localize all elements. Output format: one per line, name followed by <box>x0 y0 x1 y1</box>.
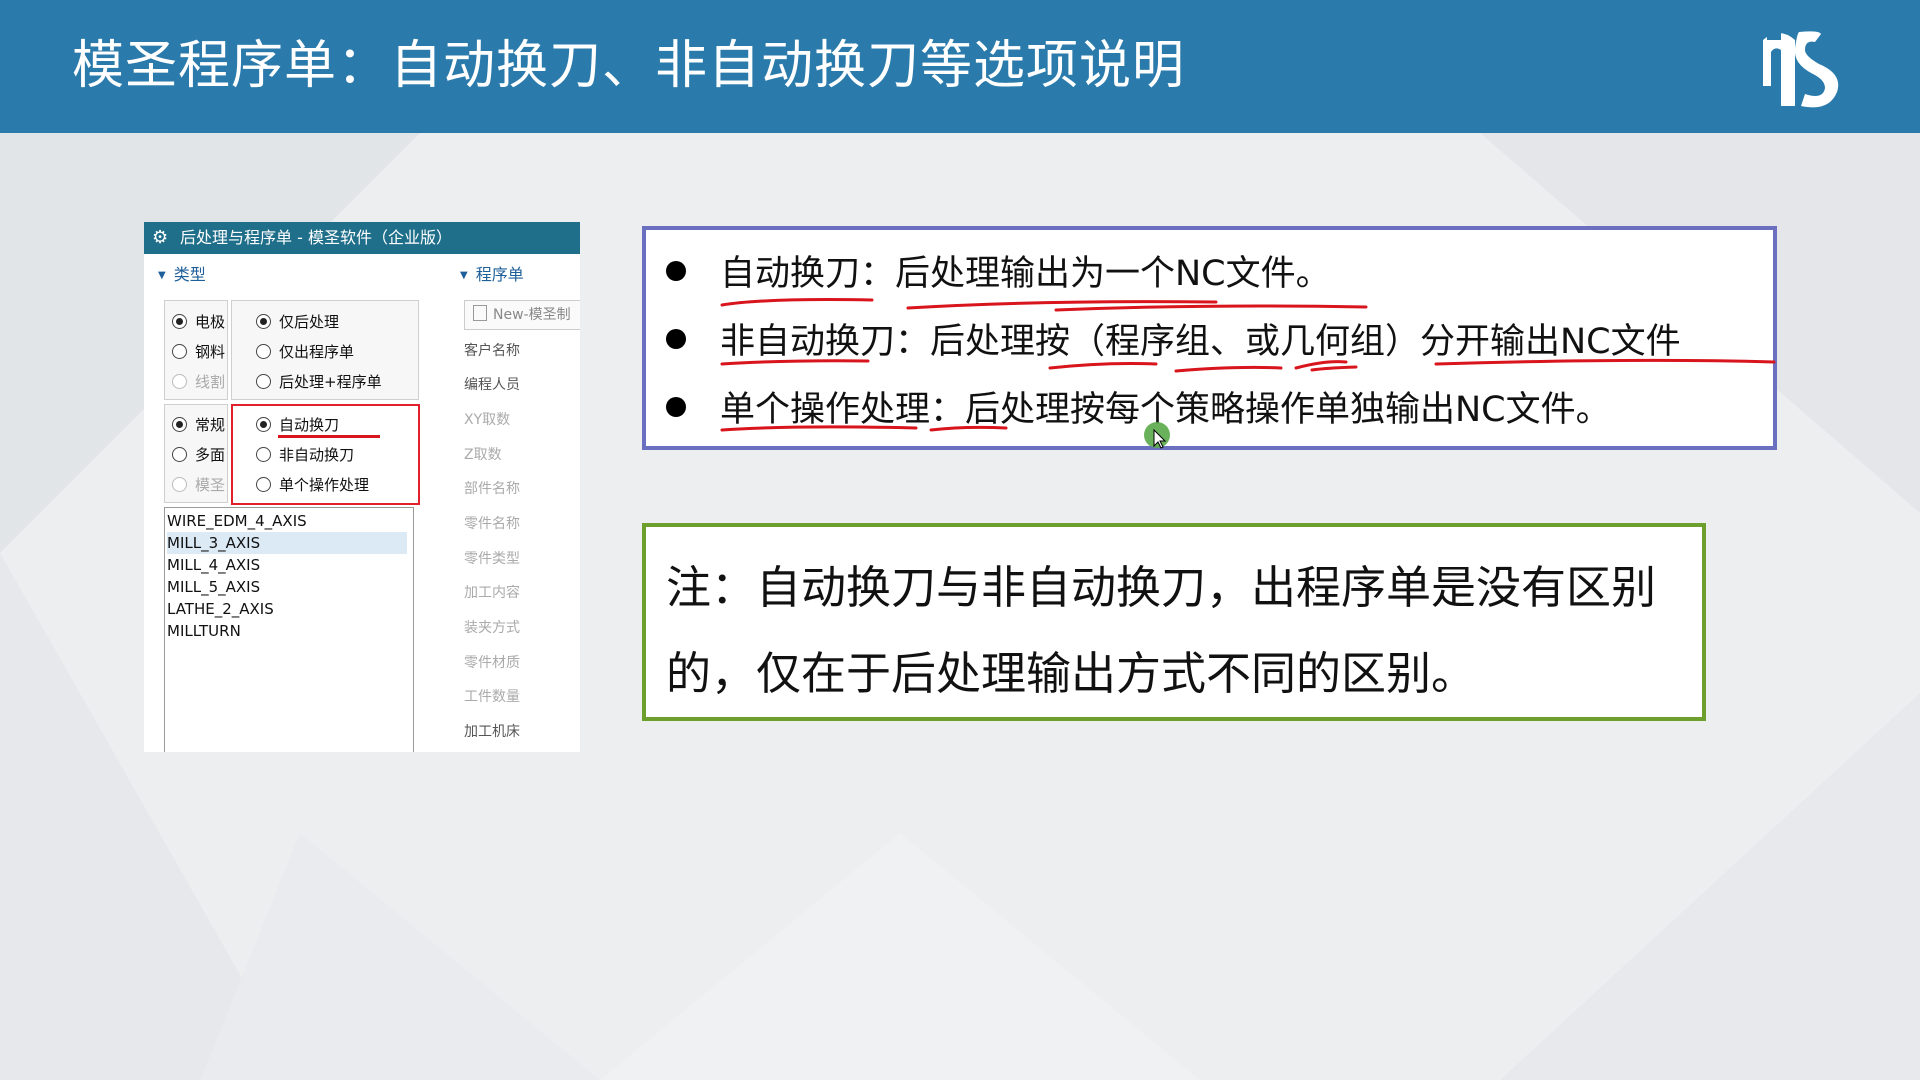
bullet-dot-icon <box>666 329 686 349</box>
radio-selected-icon <box>256 417 271 432</box>
note-box: 注：自动换刀与非自动换刀，出程序单是没有区别的，仅在于后处理输出方式不同的区别。 <box>642 523 1706 721</box>
section-sheet-header[interactable]: ▼ 程序单 <box>460 264 524 287</box>
bullet-explanations: 自动换刀：后处理输出为一个NC文件。 非自动换刀：后处理按（程序组、或几何组）分… <box>642 226 1777 450</box>
panel-titlebar: ⚙ 后处理与程序单 - 模圣软件（企业版） <box>144 222 580 254</box>
radio-multi-face[interactable]: 多面 <box>172 445 225 465</box>
radio-icon <box>256 374 271 389</box>
list-item-selected[interactable]: MILL_3_AXIS <box>167 532 407 554</box>
radio-icon <box>256 477 271 492</box>
radio-electrode[interactable]: 电极 <box>172 312 225 332</box>
bullet-dot-icon <box>666 397 686 417</box>
list-item[interactable]: WIRE_EDM_4_AXIS <box>167 510 307 532</box>
slide-header: 模圣程序单：自动换刀、非自动换刀等选项说明 <box>0 0 1920 133</box>
red-underline <box>278 435 380 438</box>
field-part-quantity: 工件数量 <box>464 689 520 705</box>
field-machine-tool: 加工机床 <box>464 724 520 740</box>
radio-non-auto-tool-change[interactable]: 非自动换刀 <box>256 445 354 465</box>
radio-selected-icon <box>172 417 187 432</box>
radio-icon <box>256 447 271 462</box>
collapse-triangle-icon: ▼ <box>460 270 468 281</box>
section-type-header[interactable]: ▼ 类型 <box>158 264 206 287</box>
field-part-type: 零件类型 <box>464 551 520 567</box>
list-item[interactable]: MILL_4_AXIS <box>167 554 260 576</box>
radio-wire-cut: 线割 <box>172 372 225 392</box>
section-type-label: 类型 <box>173 265 206 284</box>
ms-logo-icon <box>1763 31 1839 108</box>
radio-mosheng: 模圣 <box>172 475 225 495</box>
field-part-name: 零件名称 <box>464 516 520 532</box>
radio-icon <box>172 447 187 462</box>
radio-normal[interactable]: 常规 <box>172 415 225 435</box>
new-sheet-value: New-模圣制 <box>493 307 571 323</box>
panel-title: 后处理与程序单 - 模圣软件（企业版） <box>180 228 452 247</box>
radio-selected-icon <box>172 314 187 329</box>
radio-single-operation[interactable]: 单个操作处理 <box>256 475 369 495</box>
field-programmer: 编程人员 <box>464 377 520 393</box>
radio-icon <box>172 374 187 389</box>
field-part-material: 零件材质 <box>464 655 520 671</box>
note-text: 注：自动换刀与非自动换刀，出程序单是没有区别的，仅在于后处理输出方式不同的区别。 <box>666 561 1657 700</box>
section-sheet-label: 程序单 <box>475 265 524 284</box>
collapse-triangle-icon: ▼ <box>158 270 166 281</box>
list-item[interactable]: MILLTURN <box>167 620 241 642</box>
bullet-non-auto-tool-change: 非自动换刀：后处理按（程序组、或几何组）分开输出NC文件 <box>666 318 1681 366</box>
mouse-cursor-icon <box>1144 422 1170 449</box>
new-sheet-input[interactable]: New-模圣制 <box>464 300 580 330</box>
field-assembly-name: 部件名称 <box>464 481 520 497</box>
radio-icon <box>172 477 187 492</box>
radio-icon <box>256 344 271 359</box>
bullet-auto-tool-change: 自动换刀：后处理输出为一个NC文件。 <box>666 250 1331 298</box>
bullet-single-operation: 单个操作处理：后处理按每个策略操作单独输出NC文件。 <box>666 386 1611 434</box>
radio-post-and-sheet[interactable]: 后处理+程序单 <box>256 372 382 392</box>
gear-icon: ⚙ <box>152 227 169 248</box>
radio-icon <box>172 344 187 359</box>
field-z-datum: Z取数 <box>464 447 502 463</box>
field-xy-datum: XY取数 <box>464 412 511 428</box>
radio-steel[interactable]: 钢料 <box>172 342 225 362</box>
list-item[interactable]: MILL_5_AXIS <box>167 576 260 598</box>
list-item[interactable]: LATHE_2_AXIS <box>167 598 274 620</box>
radio-selected-icon <box>256 314 271 329</box>
bullet-dot-icon <box>666 261 686 281</box>
slide-title: 模圣程序单：自动换刀、非自动换刀等选项说明 <box>72 36 1186 96</box>
radio-auto-tool-change[interactable]: 自动换刀 <box>256 415 339 435</box>
field-clamping-method: 装夹方式 <box>464 620 520 636</box>
field-customer-name: 客户名称 <box>464 343 520 359</box>
radio-post-only[interactable]: 仅后处理 <box>256 312 339 332</box>
post-process-panel: ⚙ 后处理与程序单 - 模圣软件（企业版） ▼ 类型 ▼ 程序单 电极 钢料 线割 … <box>144 222 580 752</box>
radio-sheet-only[interactable]: 仅出程序单 <box>256 342 354 362</box>
field-machining-content: 加工内容 <box>464 585 520 601</box>
document-icon <box>473 305 487 321</box>
machine-list[interactable]: WIRE_EDM_4_AXIS MILL_3_AXIS MILL_4_AXIS … <box>164 507 414 752</box>
